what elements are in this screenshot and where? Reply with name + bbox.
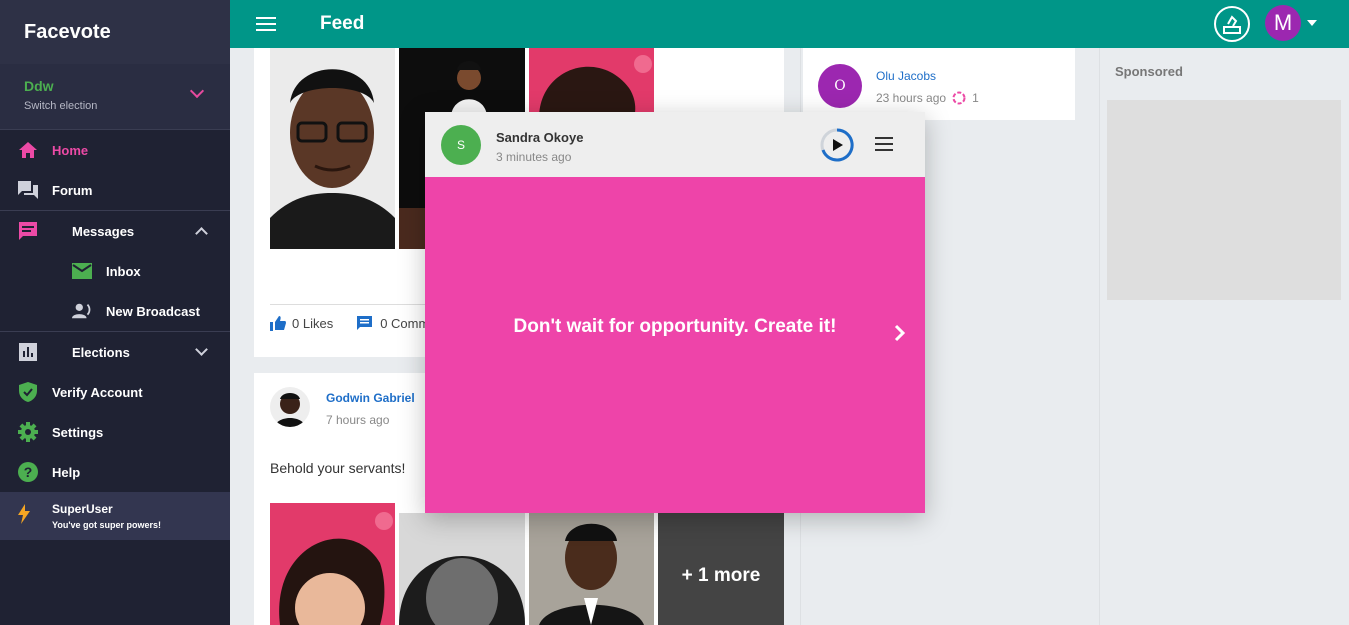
- comment-button[interactable]: 0 Comm: [357, 316, 429, 331]
- sidebar-item-label: Home: [52, 142, 89, 158]
- message-icon: [18, 221, 38, 241]
- comment-icon: [357, 316, 373, 330]
- caret-down-icon[interactable]: [1307, 20, 1317, 26]
- sidebar-item-settings[interactable]: Settings: [0, 412, 230, 452]
- svg-text:?: ?: [24, 464, 33, 480]
- sidebar-item-elections[interactable]: Elections: [0, 332, 230, 372]
- brand-logo[interactable]: Facevote: [0, 0, 230, 64]
- time-label: 23 hours ago: [876, 91, 947, 105]
- superuser-subtitle: You've got super powers!: [52, 520, 161, 530]
- ballot-box-icon[interactable]: [1214, 6, 1250, 42]
- election-switcher[interactable]: Ddw Switch election: [0, 64, 230, 130]
- menu-icon[interactable]: [256, 13, 276, 35]
- sponsored-column: Sponsored: [1099, 48, 1349, 625]
- sidebar-item-inbox[interactable]: Inbox: [0, 251, 230, 291]
- post-photo[interactable]: [270, 48, 395, 249]
- play-button[interactable]: [820, 128, 854, 162]
- timestamp: 23 hours ago 1: [876, 91, 979, 105]
- like-button[interactable]: 0 Likes: [270, 316, 333, 331]
- post-text: Behold your servants!: [270, 460, 406, 476]
- thumbs-up-icon: [270, 316, 286, 331]
- avatar[interactable]: S: [441, 125, 481, 165]
- chevron-up-icon[interactable]: [195, 227, 208, 240]
- list-item[interactable]: O Olu Jacobs 23 hours ago 1: [803, 48, 1075, 120]
- superuser-banner[interactable]: SuperUser You've got super powers!: [0, 492, 230, 540]
- election-name: Ddw: [24, 78, 54, 94]
- more-photos-button[interactable]: + 1 more: [658, 513, 784, 625]
- post-author[interactable]: Godwin Gabriel: [326, 391, 415, 405]
- comment-count: 0 Comm: [380, 316, 430, 331]
- broadcast-icon: [72, 301, 92, 321]
- sidebar-item-label: Elections: [72, 344, 130, 360]
- loop-icon: [952, 91, 966, 105]
- forum-icon: [18, 180, 38, 200]
- sidebar-item-new-broadcast[interactable]: New Broadcast: [0, 291, 230, 331]
- sidebar-item-forum[interactable]: Forum: [0, 170, 230, 210]
- post-timestamp: 7 hours ago: [326, 413, 390, 427]
- play-icon: [820, 128, 854, 162]
- chevron-down-icon[interactable]: [195, 343, 208, 356]
- sidebar-item-label: Verify Account: [52, 384, 143, 400]
- story-viewer: S Sandra Okoye 3 minutes ago Don't wait …: [425, 112, 925, 513]
- story-timestamp: 3 minutes ago: [496, 150, 572, 164]
- sidebar-item-help[interactable]: ? Help: [0, 452, 230, 492]
- home-icon: [18, 140, 38, 160]
- avatar[interactable]: [270, 387, 310, 427]
- lightning-icon: [18, 503, 38, 529]
- shield-icon: [18, 382, 38, 402]
- sidebar-item-label: Settings: [52, 424, 104, 440]
- sidebar-item-label: Inbox: [106, 263, 141, 279]
- like-count: 0 Likes: [292, 316, 334, 331]
- switch-election-label: Switch election: [24, 100, 98, 112]
- story-slide[interactable]: Don't wait for opportunity. Create it!: [425, 177, 925, 513]
- sidebar-item-home[interactable]: Home: [0, 130, 230, 170]
- post-actions: 0 Likes 0 Comm: [270, 304, 768, 331]
- post-photo[interactable]: [529, 513, 654, 625]
- sidebar-item-label: Messages: [72, 223, 135, 239]
- sidebar: Facevote Ddw Switch election Home Forum …: [0, 0, 230, 625]
- story-text: Don't wait for opportunity. Create it!: [513, 316, 837, 337]
- user-name[interactable]: Olu Jacobs: [876, 69, 936, 83]
- gear-icon: [18, 422, 38, 442]
- top-app-bar: Feed M: [230, 0, 1349, 48]
- superuser-title: SuperUser: [52, 502, 113, 516]
- chevron-right-icon[interactable]: [893, 321, 907, 345]
- post-photo[interactable]: [529, 48, 654, 118]
- avatar[interactable]: M: [1265, 5, 1301, 41]
- post-photo[interactable]: [270, 503, 395, 625]
- page-title: Feed: [320, 13, 365, 34]
- story-author[interactable]: Sandra Okoye: [496, 130, 583, 145]
- avatar[interactable]: O: [818, 64, 862, 108]
- sponsored-label: Sponsored: [1115, 64, 1183, 79]
- post-photo[interactable]: [399, 513, 525, 625]
- count-label: 1: [972, 91, 979, 105]
- sidebar-item-label: Help: [52, 464, 81, 480]
- mail-icon: [72, 261, 92, 281]
- help-icon: ?: [18, 462, 38, 482]
- chart-icon: [18, 342, 38, 362]
- menu-icon[interactable]: [875, 137, 893, 155]
- ad-slot[interactable]: [1107, 100, 1341, 300]
- sidebar-item-label: Forum: [52, 182, 93, 198]
- sidebar-item-messages[interactable]: Messages: [0, 211, 230, 251]
- story-header: S Sandra Okoye 3 minutes ago: [425, 112, 925, 177]
- sidebar-item-label: New Broadcast: [106, 303, 200, 319]
- sidebar-item-verify-account[interactable]: Verify Account: [0, 372, 230, 412]
